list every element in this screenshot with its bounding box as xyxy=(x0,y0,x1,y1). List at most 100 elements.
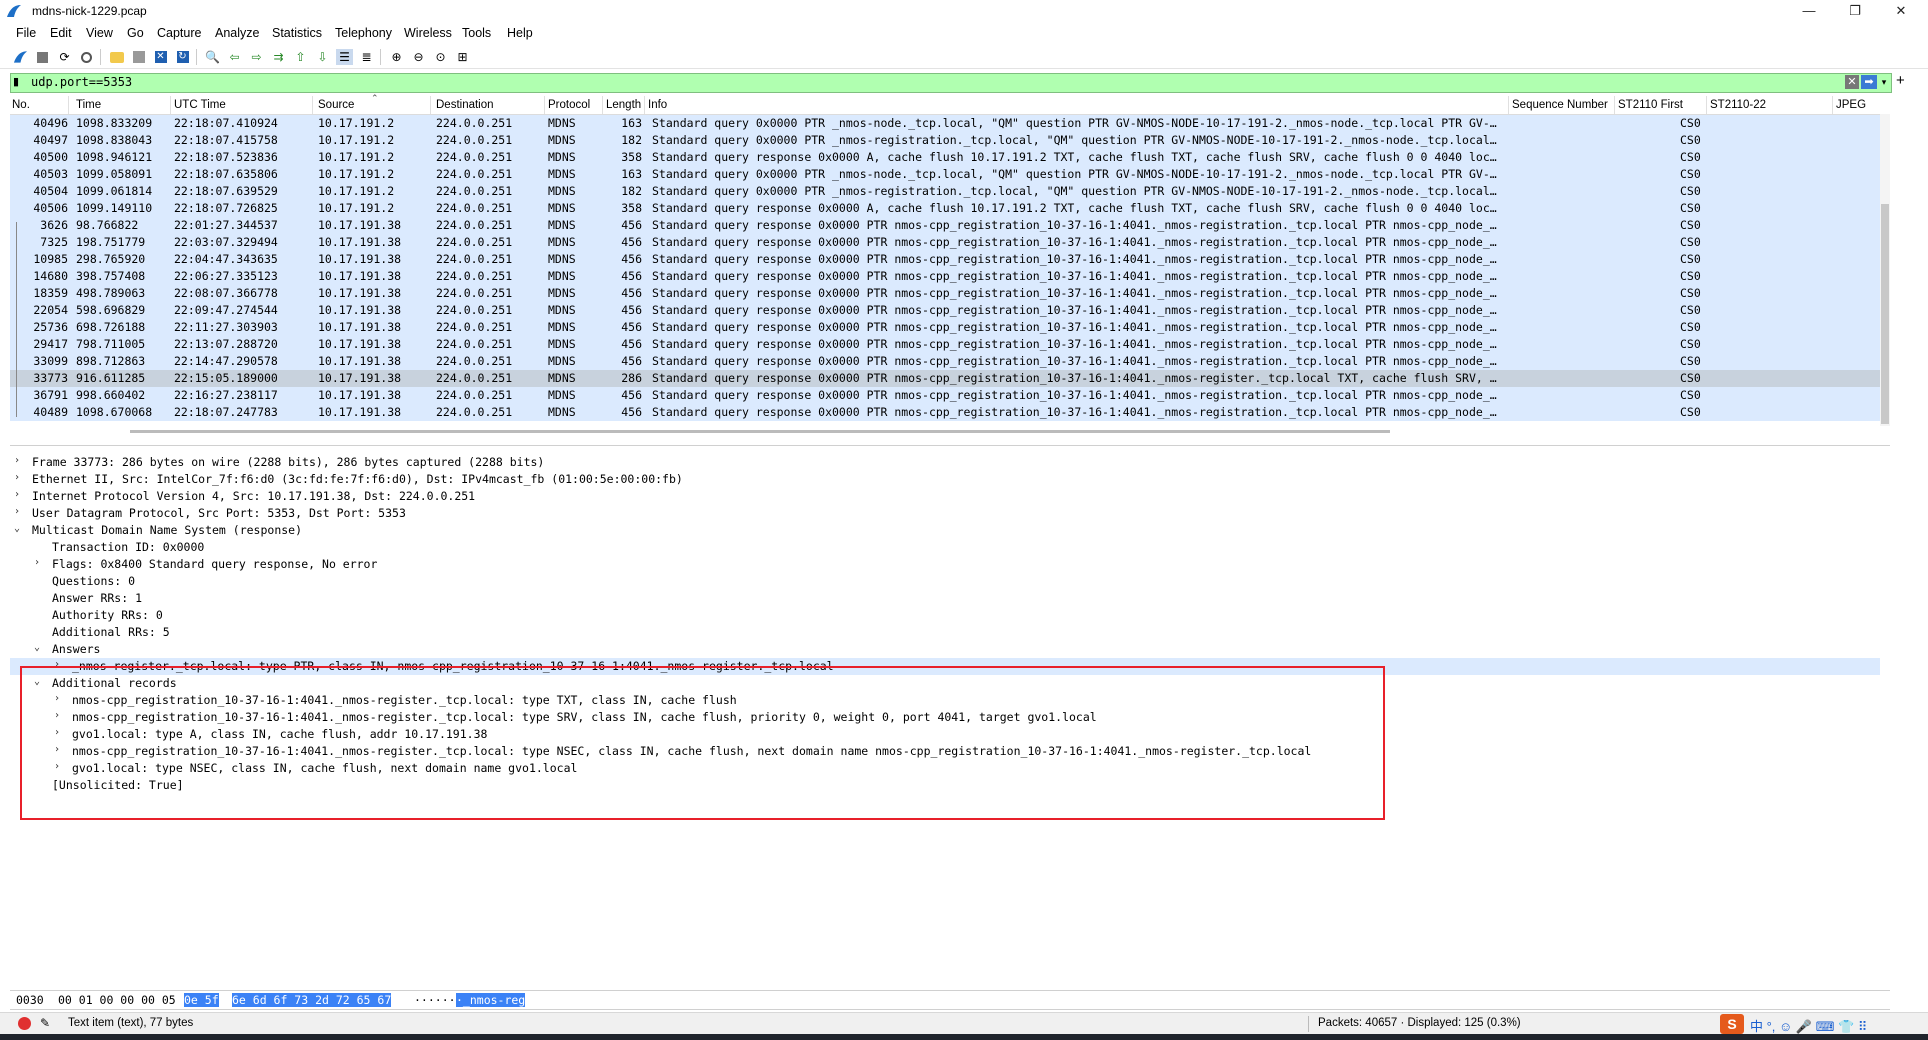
packet-row-selected[interactable]: 33773 916.611285 22:15:05.189000 10.17.191.… xyxy=(10,370,1880,387)
packet-row[interactable]: 10985 298.765920 22:04:47.343635 10.17.191.… xyxy=(10,251,1880,268)
packet-row[interactable]: 40497 1098.838043 22:18:07.415758 10.17.191… xyxy=(10,132,1880,149)
packet-row[interactable]: 40489 1098.670068 22:18:07.247783 10.17.191… xyxy=(10,404,1880,421)
column-info[interactable]: Info xyxy=(648,99,667,111)
bytes-hex-highlight[interactable]: 6e 6d 6f 73 2d 72 65 67 xyxy=(232,993,392,1007)
menu-analyze[interactable]: Analyze xyxy=(215,26,259,40)
menu-capture[interactable]: Capture xyxy=(157,26,201,40)
last-icon[interactable]: ⇩ xyxy=(314,49,331,65)
menu-go[interactable]: Go xyxy=(127,26,144,40)
ime-toolbar[interactable]: 中 °, ☺ 🎤 ⌨ 👕 ⠿ xyxy=(1750,1016,1867,1035)
options-icon[interactable] xyxy=(78,49,95,65)
column-divider[interactable] xyxy=(1832,96,1833,114)
back-icon[interactable]: ⇦ xyxy=(226,49,243,65)
chevron-right-icon[interactable]: › xyxy=(14,472,20,483)
scrollbar-thumb[interactable] xyxy=(1881,204,1889,424)
column-divider[interactable] xyxy=(68,96,69,114)
column-time[interactable]: Time xyxy=(76,99,101,111)
filter-history-chevron-icon[interactable]: ▾ xyxy=(1878,75,1890,89)
packet-row[interactable]: 7325 198.751779 22:03:07.329494 10.17.191.3… xyxy=(10,234,1880,251)
column-no[interactable]: No. xyxy=(12,99,30,111)
packet-list-scrollbar[interactable] xyxy=(1880,114,1890,426)
save-icon[interactable] xyxy=(130,49,147,65)
detail-row[interactable]: Authority RRs: 0 xyxy=(10,607,1880,624)
packet-list-hscrollbar[interactable] xyxy=(130,430,1390,433)
open-icon[interactable] xyxy=(108,49,125,65)
packet-row[interactable]: 14680 398.757408 22:06:27.335123 10.17.191.… xyxy=(10,268,1880,285)
detail-row[interactable]: › Frame 33773: 286 bytes on wire (2288 bi… xyxy=(10,454,1880,471)
column-divider[interactable] xyxy=(312,96,313,114)
column-st2110-22[interactable]: ST2110-22 xyxy=(1710,99,1766,111)
column-divider[interactable] xyxy=(430,96,431,114)
menu-view[interactable]: View xyxy=(86,26,113,40)
menu-wireless[interactable]: Wireless xyxy=(404,26,452,40)
forward-icon[interactable]: ⇨ xyxy=(248,49,265,65)
packet-row[interactable]: 33099 898.712863 22:14:47.290578 10.17.191.… xyxy=(10,353,1880,370)
column-length[interactable]: Length xyxy=(606,99,641,111)
bytes-hex-highlight[interactable]: 0e 5f xyxy=(184,993,219,1007)
column-source[interactable]: Source xyxy=(318,99,354,111)
close-window-button[interactable]: ✕ xyxy=(1878,0,1924,22)
display-filter-bar[interactable]: ▮ udp.port==5353 ✕ ➡ ▾ xyxy=(10,73,1892,93)
chevron-down-icon[interactable]: ⌄ xyxy=(34,642,40,653)
column-utc-time[interactable]: UTC Time xyxy=(174,99,226,111)
resize-columns-icon[interactable]: ⊞ xyxy=(454,49,471,65)
packet-bytes[interactable]: 0030 00 01 00 00 00 05 0e 5f 6e 6d 6f 73… xyxy=(10,990,1890,1010)
packet-row[interactable]: 29417 798.711005 22:13:07.288720 10.17.191.… xyxy=(10,336,1880,353)
zoom-out-icon[interactable]: ⊖ xyxy=(410,49,427,65)
chevron-right-icon[interactable]: › xyxy=(14,489,20,500)
packet-list[interactable]: No. Time UTC Time Source ⌃ Destination P… xyxy=(10,93,1890,433)
column-divider[interactable] xyxy=(1508,96,1509,114)
column-divider[interactable] xyxy=(1706,96,1707,114)
detail-row[interactable]: ⌄ Answers xyxy=(10,641,1880,658)
zoom-normal-icon[interactable]: ⊙ xyxy=(432,49,449,65)
zoom-in-icon[interactable]: ⊕ xyxy=(388,49,405,65)
detail-row[interactable]: › Flags: 0x8400 Standard query response, … xyxy=(10,556,1880,573)
chevron-down-icon[interactable]: ⌄ xyxy=(14,523,20,534)
packet-row[interactable]: 40504 1099.061814 22:18:07.639529 10.17.191… xyxy=(10,183,1880,200)
maximize-button[interactable]: ❐ xyxy=(1832,0,1878,22)
detail-row[interactable]: › Internet Protocol Version 4, Src: 10.17… xyxy=(10,488,1880,505)
packet-row[interactable]: 25736 698.726188 22:11:27.303903 10.17.191.… xyxy=(10,319,1880,336)
menu-help[interactable]: Help xyxy=(507,26,533,40)
bytes-ascii-plain[interactable]: ······ xyxy=(414,993,456,1007)
goto-icon[interactable]: ⇉ xyxy=(270,49,287,65)
column-divider[interactable] xyxy=(644,96,645,114)
shark-fin-icon[interactable] xyxy=(12,49,29,65)
packet-row[interactable]: 40496 1098.833209 22:18:07.410924 10.17.191… xyxy=(10,115,1880,132)
reload-icon[interactable]: ↻ xyxy=(174,49,191,65)
detail-row[interactable]: Questions: 0 xyxy=(10,573,1880,590)
expert-info-icon[interactable] xyxy=(18,1017,31,1030)
display-filter-input[interactable]: udp.port==5353 xyxy=(31,75,132,89)
find-icon[interactable]: 🔍 xyxy=(204,49,221,65)
detail-row[interactable]: Transaction ID: 0x0000 xyxy=(10,539,1880,556)
menu-edit[interactable]: Edit xyxy=(50,26,72,40)
chevron-right-icon[interactable]: › xyxy=(14,506,20,517)
column-st2110-first[interactable]: ST2110 First xyxy=(1618,99,1683,111)
detail-row[interactable]: › Ethernet II, Src: IntelCor_7f:f6:d0 (3c… xyxy=(10,471,1880,488)
packet-row[interactable]: 18359 498.789063 22:08:07.366778 10.17.191.… xyxy=(10,285,1880,302)
menu-telephony[interactable]: Telephony xyxy=(335,26,392,40)
packet-row[interactable]: 36791 998.660402 22:16:27.238117 10.17.191.… xyxy=(10,387,1880,404)
close-file-icon[interactable]: ✕ xyxy=(152,49,169,65)
add-filter-button[interactable]: + xyxy=(1896,72,1905,89)
sogou-ime-icon[interactable]: S xyxy=(1720,1014,1744,1034)
restart-icon[interactable]: ⟳ xyxy=(56,49,73,65)
menu-tools[interactable]: Tools xyxy=(462,26,491,40)
stop-icon[interactable] xyxy=(34,49,51,65)
detail-row[interactable]: › User Datagram Protocol, Src Port: 5353,… xyxy=(10,505,1880,522)
clear-filter-icon[interactable]: ✕ xyxy=(1845,75,1859,89)
minimize-button[interactable]: — xyxy=(1786,0,1832,22)
packet-row[interactable]: 3626 98.766822 22:01:27.344537 10.17.191.38… xyxy=(10,217,1880,234)
autoscroll-icon[interactable]: ☰ xyxy=(336,49,353,65)
menu-statistics[interactable]: Statistics xyxy=(272,26,322,40)
edit-comment-icon[interactable]: ✎ xyxy=(40,1016,50,1030)
column-divider[interactable] xyxy=(170,96,171,114)
column-divider[interactable] xyxy=(544,96,545,114)
column-protocol[interactable]: Protocol xyxy=(548,99,590,111)
detail-row[interactable]: Answer RRs: 1 xyxy=(10,590,1880,607)
column-jpeg[interactable]: JPEG xyxy=(1836,99,1866,111)
first-icon[interactable]: ⇧ xyxy=(292,49,309,65)
apply-filter-icon[interactable]: ➡ xyxy=(1861,75,1877,89)
bytes-ascii-highlight[interactable]: ·_nmos-reg xyxy=(456,993,526,1007)
chevron-right-icon[interactable]: › xyxy=(34,557,40,568)
